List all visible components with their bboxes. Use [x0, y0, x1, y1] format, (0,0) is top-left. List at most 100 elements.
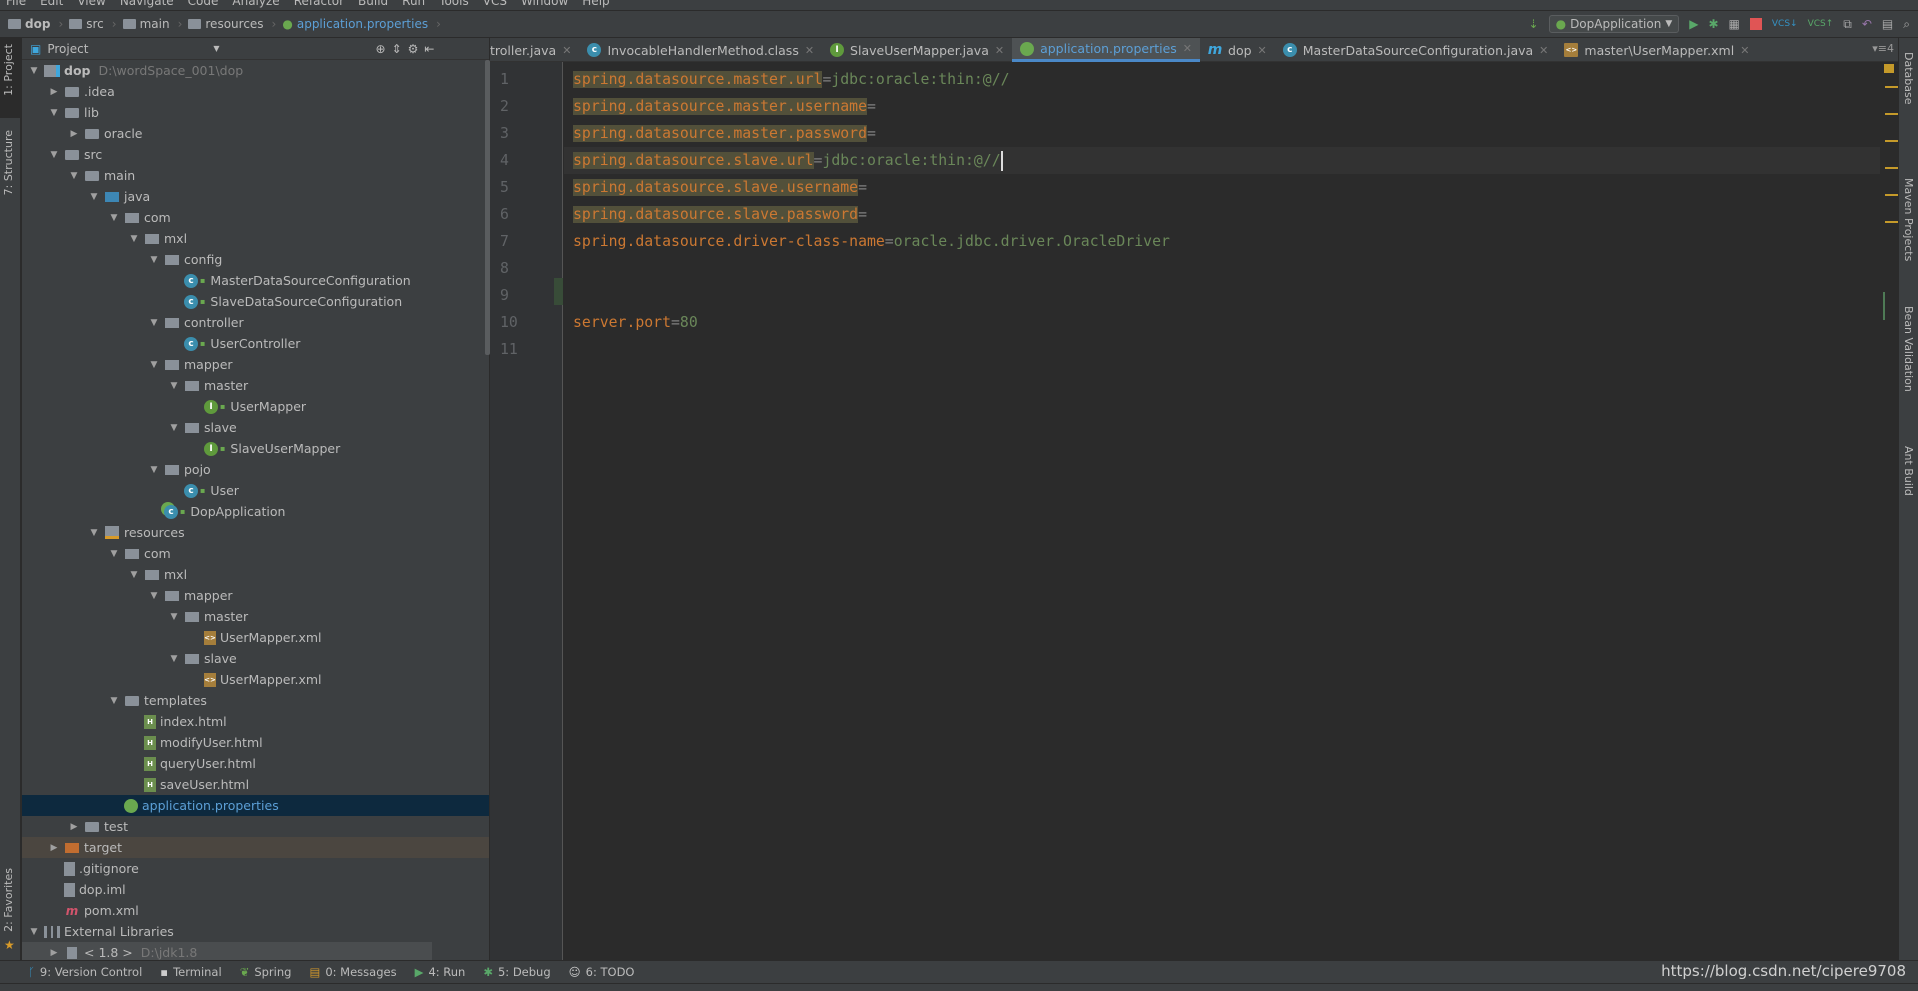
tool-4-run[interactable]: ▶ 4: Run: [415, 965, 466, 979]
tree-item[interactable]: c ▪ User: [22, 480, 489, 501]
code-editor[interactable]: spring.datasource.master.url = jdbc:oracle…: [564, 62, 1880, 960]
menu-help[interactable]: Help: [582, 0, 609, 10]
tool-tab-maven-projects[interactable]: Maven Projects: [1902, 178, 1915, 261]
tree-item[interactable]: ▼ com: [22, 207, 489, 228]
expanded-arrow-icon[interactable]: ▼: [144, 318, 164, 328]
tab-troller-java[interactable]: troller.java ✕: [490, 38, 579, 62]
tree-item[interactable]: ▼ controller: [22, 312, 489, 333]
tree-item[interactable]: application.properties: [22, 795, 489, 816]
code-line[interactable]: spring.datasource.master.password=: [564, 120, 876, 147]
tree-item[interactable]: ▼ master: [22, 375, 489, 396]
collapsed-arrow-icon[interactable]: ▶: [64, 129, 84, 139]
project-tool-tab[interactable]: 1: Project: [2, 44, 15, 96]
run-icon[interactable]: ▶: [1689, 17, 1698, 31]
project-view-select[interactable]: Project: [47, 42, 207, 56]
tree-item[interactable]: dop.iml: [22, 879, 489, 900]
close-icon[interactable]: ✕: [1539, 44, 1548, 57]
close-icon[interactable]: ✕: [805, 44, 814, 57]
history-icon[interactable]: ⧉: [1843, 17, 1852, 32]
expanded-arrow-icon[interactable]: ▼: [144, 591, 164, 601]
tab-dop[interactable]: m dop ✕: [1200, 38, 1275, 62]
tool-tab-database[interactable]: Database: [1902, 52, 1915, 105]
collapsed-arrow-icon[interactable]: ▶: [44, 948, 64, 958]
tree-item[interactable]: I ▪ UserMapper: [22, 396, 489, 417]
menu-vcs[interactable]: VCS: [483, 0, 507, 10]
tool-tab-bean-validation[interactable]: Bean Validation: [1902, 306, 1915, 392]
tab-slaveusermapper-java[interactable]: I SlaveUserMapper.java ✕: [822, 38, 1012, 62]
code-line[interactable]: [564, 282, 573, 309]
tree-item[interactable]: ▼ External Libraries: [22, 921, 489, 942]
tool-terminal[interactable]: ▪ Terminal: [160, 965, 221, 979]
expanded-arrow-icon[interactable]: ▼: [164, 423, 184, 433]
menu-window[interactable]: Window: [521, 0, 568, 10]
gear-icon[interactable]: ⚙: [408, 42, 419, 56]
tree-item[interactable]: ▼ mapper: [22, 585, 489, 606]
breadcrumb-resources[interactable]: resources ›: [188, 17, 276, 31]
tree-item[interactable]: ▼ templates: [22, 690, 489, 711]
expanded-arrow-icon[interactable]: ▼: [124, 570, 144, 580]
collapse-all-icon[interactable]: ⇕: [392, 42, 402, 56]
tree-item[interactable]: ▼ mxl: [22, 228, 489, 249]
tree-item[interactable]: ▶ target: [22, 837, 489, 858]
locate-icon[interactable]: ⊕: [376, 42, 386, 56]
tree-item[interactable]: ▶ oracle: [22, 123, 489, 144]
breadcrumb-dop[interactable]: dop ›: [8, 17, 63, 31]
run-configuration-select[interactable]: ● DopApplication ▼: [1548, 15, 1680, 33]
tree-item[interactable]: c ▪ DopApplication: [22, 501, 489, 522]
tree-item[interactable]: ▶ .idea: [22, 81, 489, 102]
tree-item[interactable]: HsaveUser.html: [22, 774, 489, 795]
tree-item[interactable]: ▼ resources: [22, 522, 489, 543]
collapsed-arrow-icon[interactable]: ▶: [44, 843, 64, 853]
code-line[interactable]: spring.datasource.master.username=: [564, 93, 876, 120]
expanded-arrow-icon[interactable]: ▼: [164, 654, 184, 664]
structure-tool-tab[interactable]: 7: Structure: [2, 130, 15, 195]
tree-item[interactable]: c ▪ MasterDataSourceConfiguration: [22, 270, 489, 291]
tab-invocablehandlermethod-class[interactable]: c InvocableHandlerMethod.class ✕: [579, 38, 822, 62]
tree-item[interactable]: ▼ lib: [22, 102, 489, 123]
collapsed-arrow-icon[interactable]: ▶: [64, 822, 84, 832]
tree-item[interactable]: ▼ src: [22, 144, 489, 165]
menu-navigate[interactable]: Navigate: [120, 0, 174, 10]
warning-mark[interactable]: [1885, 167, 1898, 169]
warning-mark[interactable]: [1885, 140, 1898, 142]
tree-item[interactable]: .gitignore: [22, 858, 489, 879]
warning-mark[interactable]: [1885, 86, 1898, 88]
expanded-arrow-icon[interactable]: ▼: [164, 381, 184, 391]
tree-item[interactable]: HmodifyUser.html: [22, 732, 489, 753]
code-line[interactable]: server.port=80: [564, 309, 698, 336]
breadcrumb-src[interactable]: src ›: [69, 17, 117, 31]
close-icon[interactable]: ✕: [562, 44, 571, 57]
expanded-arrow-icon[interactable]: ▼: [64, 171, 84, 181]
code-line[interactable]: spring.datasource.slave.url=jdbc:oracle:…: [564, 147, 1880, 174]
menu-edit[interactable]: Edit: [40, 0, 63, 10]
project-structure-icon[interactable]: ▤: [1882, 17, 1893, 31]
tool-6-todo[interactable]: ☺ 6: TODO: [569, 965, 635, 979]
favorites-tool-tab[interactable]: 2: Favorites: [2, 868, 15, 932]
menu-code[interactable]: Code: [188, 0, 219, 10]
tab-master-usermapper-xml[interactable]: <> master\UserMapper.xml ✕: [1556, 38, 1757, 62]
breadcrumb-application-properties[interactable]: ● application.properties ›: [282, 17, 441, 31]
tree-item[interactable]: I ▪ SlaveUserMapper: [22, 438, 489, 459]
tree-item[interactable]: ▼ main: [22, 165, 489, 186]
debug-icon[interactable]: ✱: [1708, 17, 1718, 31]
tab-overflow-menu[interactable]: ▾≡4: [1872, 42, 1894, 55]
close-icon[interactable]: ✕: [1183, 42, 1192, 55]
tree-item[interactable]: ▼ mapper: [22, 354, 489, 375]
tree-item[interactable]: ▼ dop D:\wordSpace_001\dop: [22, 60, 489, 81]
expanded-arrow-icon[interactable]: ▼: [104, 213, 124, 223]
tool-9-version-control[interactable]: ᚴ 9: Version Control: [28, 965, 142, 979]
code-line[interactable]: [564, 336, 573, 363]
tree-item[interactable]: ▼ com: [22, 543, 489, 564]
expanded-arrow-icon[interactable]: ▼: [144, 465, 164, 475]
tool-spring[interactable]: ❦ Spring: [240, 965, 292, 979]
tree-item[interactable]: ▼ pojo: [22, 459, 489, 480]
tree-item[interactable]: Hindex.html: [22, 711, 489, 732]
vcs-commit-icon[interactable]: VCS↑: [1808, 19, 1834, 29]
expanded-arrow-icon[interactable]: ▼: [44, 150, 64, 160]
stop-icon[interactable]: [1749, 18, 1762, 30]
tree-item[interactable]: <> UserMapper.xml: [22, 627, 489, 648]
close-icon[interactable]: ✕: [1258, 44, 1267, 57]
warning-indicator[interactable]: [1884, 64, 1894, 73]
tree-item[interactable]: HqueryUser.html: [22, 753, 489, 774]
expanded-arrow-icon[interactable]: ▼: [44, 108, 64, 118]
